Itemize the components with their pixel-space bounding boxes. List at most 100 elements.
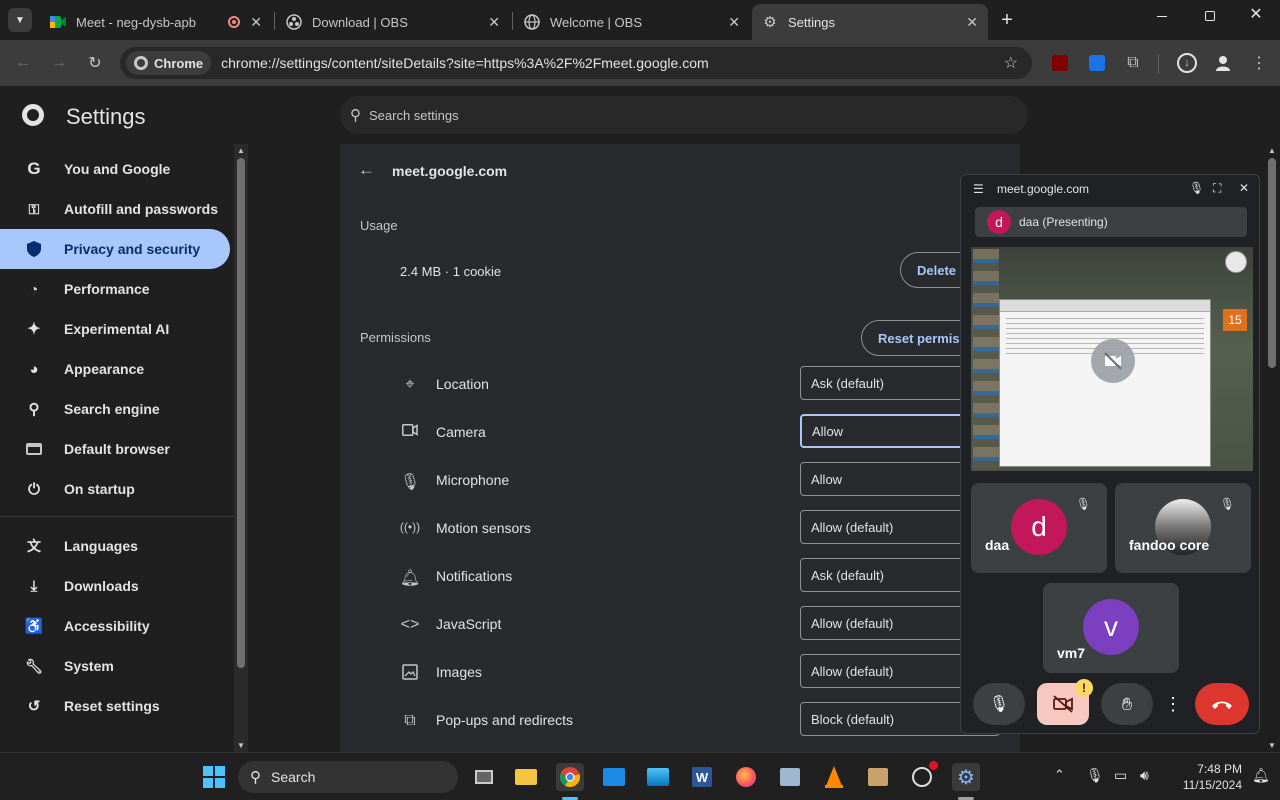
remote-desktop-icon[interactable] [600,763,628,791]
pip-site-title: meet.google.com [997,182,1090,196]
search-settings-field[interactable]: ⚲ Search settings [340,96,1028,134]
address-bar[interactable]: Chrome chrome://settings/content/siteDet… [120,47,1032,79]
extension-app-icon[interactable] [1086,52,1108,74]
scrollbar-thumb[interactable] [1268,158,1276,368]
gauge-icon: ◔ [29,281,39,297]
microphone-tray-icon[interactable]: 🎙︎ [1086,767,1104,784]
chevron-up-icon[interactable]: ⌃ [1054,767,1065,783]
chrome-settings-logo-icon [22,104,44,126]
word-icon[interactable]: W [688,763,716,791]
globe-icon [524,14,540,30]
close-icon[interactable]: ✕ [1239,181,1249,195]
obs-taskbar-icon[interactable] [908,761,938,791]
close-icon[interactable]: ✕ [966,14,978,31]
sidebar-item-performance[interactable]: ◔ Performance [0,269,230,309]
network-icon[interactable]: ▭ [1114,767,1127,784]
task-view-icon[interactable] [470,763,498,791]
tab-download-obs[interactable]: Download | OBS ✕ [276,4,510,40]
avatar: d [1011,499,1067,555]
download-icon[interactable]: ↓ [1176,52,1198,74]
scroll-up-arrow-icon[interactable]: ▲ [1268,146,1276,155]
tab-search-button[interactable]: ▼ [8,8,32,32]
sidebar-item-reset[interactable]: ↺ Reset settings [0,686,230,726]
minimize-button[interactable] [1150,6,1174,26]
sidebar-item-autofill[interactable]: ⚿ Autofill and passwords [0,189,230,229]
sidebar-item-accessibility[interactable]: ♿ Accessibility [0,606,230,646]
file-explorer-icon[interactable] [512,763,540,791]
tab-divider [274,12,275,30]
search-input[interactable]: Search settings [369,108,459,123]
photos-icon[interactable] [644,763,672,791]
sidebar-item-on-startup[interactable]: ⏻ On startup [0,469,230,509]
control-panel-icon[interactable] [776,763,804,791]
back-arrow-icon[interactable]: ← [358,160,375,180]
minimize-icon [1157,15,1167,17]
presenting-label: daa (Presenting) [1019,215,1108,229]
scroll-down-arrow-icon[interactable]: ▼ [237,741,245,750]
settings-taskbar-icon[interactable]: ⚙ [952,763,980,791]
sidebar-item-privacy[interactable]: Privacy and security [0,229,230,269]
start-button[interactable] [200,763,228,791]
back-button[interactable]: ← [12,52,34,74]
sidebar-item-downloads[interactable]: ⤓ Downloads [0,566,230,606]
sidebar-item-search-engine[interactable]: ⚲ Search engine [0,389,230,429]
sidebar-item-experimental-ai[interactable]: ✦ Experimental AI [0,309,230,349]
translate-icon: 文 [27,538,41,554]
chrome-taskbar-icon[interactable] [556,763,584,791]
raise-hand-button[interactable]: ✋︎ [1101,683,1153,725]
new-tab-button[interactable]: + [996,8,1018,32]
shared-screen: 15 [971,247,1253,471]
vlc-icon[interactable] [820,763,848,791]
popup-icon: ⧉ [404,712,416,729]
sidebar-item-you-and-google[interactable]: G You and Google [0,149,230,189]
star-icon[interactable]: ☆ [1004,53,1018,73]
browser-toolbar: ← → ↻ Chrome chrome://settings/content/s… [0,40,1280,86]
hang-up-icon [1212,701,1232,709]
sidebar-item-default-browser[interactable]: Default browser [0,429,230,469]
volume-icon[interactable]: 🔊︎ [1140,767,1149,784]
leave-call-button[interactable] [1195,683,1249,725]
menu-kebab-icon[interactable]: ⋮ [1248,52,1270,74]
tab-welcome-obs[interactable]: Welcome | OBS ✕ [514,4,750,40]
sidebar-item-system[interactable]: 🔧︎ System [0,646,230,686]
permission-label-location: Location [436,376,489,392]
scrollbar-thumb[interactable] [237,158,245,668]
site-title: meet.google.com [392,163,508,179]
scroll-up-arrow-icon[interactable]: ▲ [237,146,245,155]
notification-bell-icon[interactable]: 🔔︎ [1252,767,1270,784]
profile-icon[interactable] [1212,52,1234,74]
url-text[interactable]: chrome://settings/content/siteDetails?si… [221,55,709,71]
close-window-button[interactable]: ✕ [1244,4,1268,24]
microphone-button[interactable]: 🎙︎ [973,683,1025,725]
sidebar-item-appearance[interactable]: ◕ Appearance [0,349,230,389]
restore-button[interactable] [1198,6,1222,26]
sidebar-item-languages[interactable]: 文 Languages [0,526,230,566]
taskbar-search-label: Search [271,769,316,785]
page-scrollbar[interactable]: ▲ ▼ [1264,144,1280,752]
hand-icon: ✋︎ [1121,693,1133,714]
forward-button[interactable]: → [48,52,70,74]
meet-pip-window: ☰ meet.google.com 🎙︎ ⛶ ✕ d daa (Presenti… [960,174,1260,734]
taskbar-search-box[interactable]: ⚲ Search [238,761,458,793]
tab-meet[interactable]: Meet - neg-dysb-apb ✕ [40,4,272,40]
restore-icon [1205,11,1215,21]
store-icon[interactable] [864,763,892,791]
clock-date: 11/15/2024 [1182,778,1242,792]
accessibility-icon: ♿ [24,618,44,635]
sidebar-scrollbar[interactable]: ▲ ▼ [234,144,248,752]
scroll-down-arrow-icon[interactable]: ▼ [1268,741,1276,750]
close-icon[interactable]: ✕ [728,14,740,31]
close-icon[interactable]: ✕ [488,14,500,31]
close-icon[interactable]: ✕ [250,14,262,31]
clock[interactable]: 7:48 PM 11/15/2024 [1170,761,1242,793]
reload-button[interactable]: ↻ [84,52,106,74]
back-to-tab-icon[interactable]: ⛶ [1213,181,1221,196]
ublock-icon[interactable] [1049,52,1071,74]
more-vert-icon: ⋮ [1164,693,1182,714]
extensions-puzzle-icon[interactable]: ⧉ [1122,52,1144,74]
recording-icon [228,16,240,28]
tab-settings[interactable]: ⚙ Settings ✕ [752,4,988,40]
firefox-icon[interactable] [732,763,760,791]
more-options-button[interactable]: ⋮ [1161,683,1185,725]
site-info-chip[interactable]: Chrome [126,51,212,75]
